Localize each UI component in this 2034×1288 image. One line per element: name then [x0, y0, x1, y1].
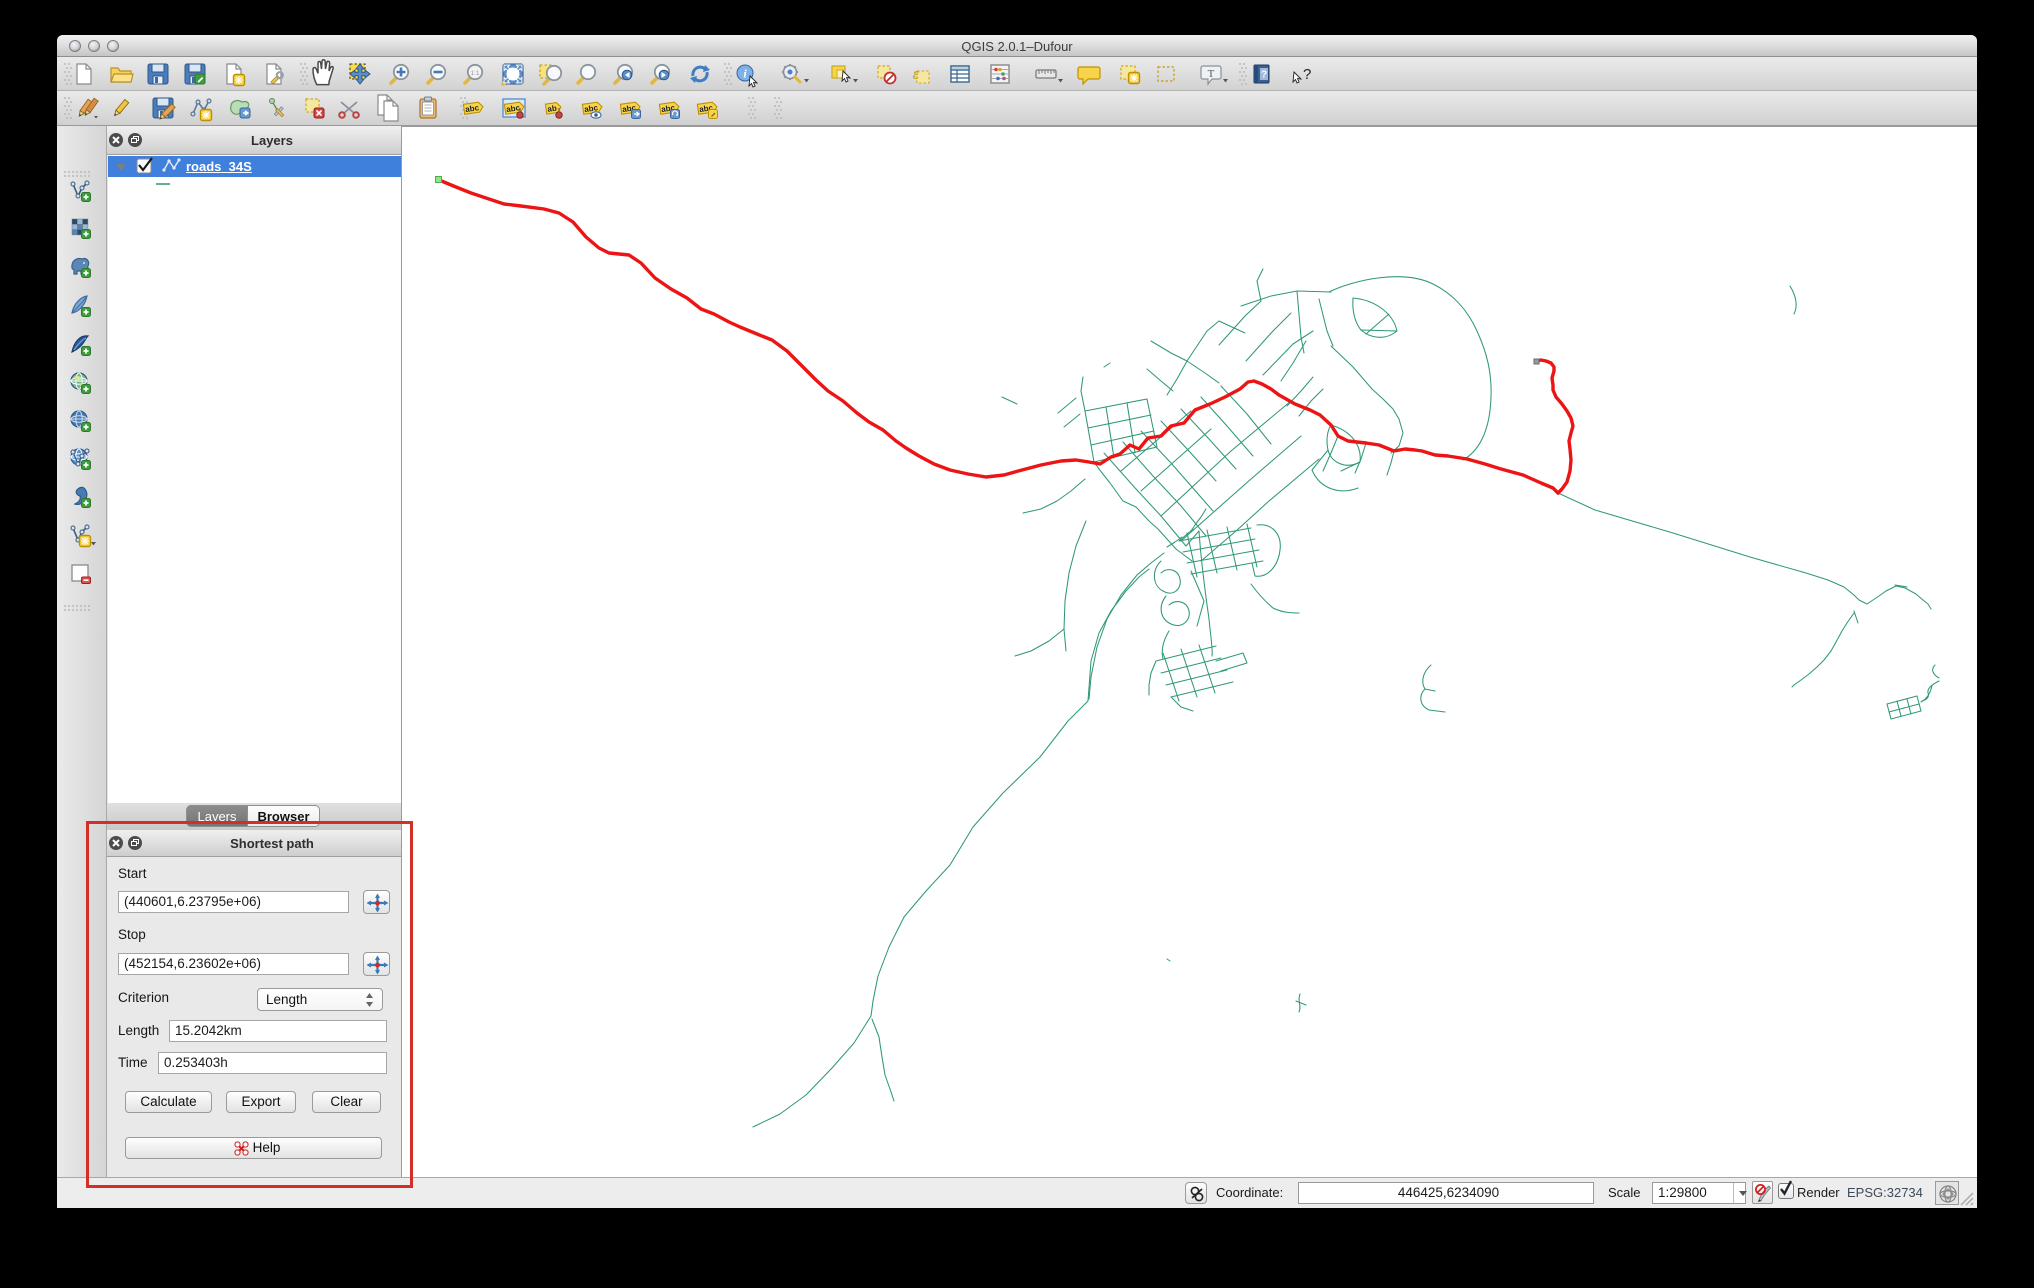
svg-text:1:1: 1:1 — [470, 70, 479, 77]
svg-text:?: ? — [1261, 70, 1267, 81]
svg-text:T: T — [1208, 68, 1215, 80]
svg-text:?: ? — [1303, 66, 1311, 83]
svg-text:ε: ε — [913, 64, 920, 83]
svg-text:ab: ab — [547, 104, 558, 114]
